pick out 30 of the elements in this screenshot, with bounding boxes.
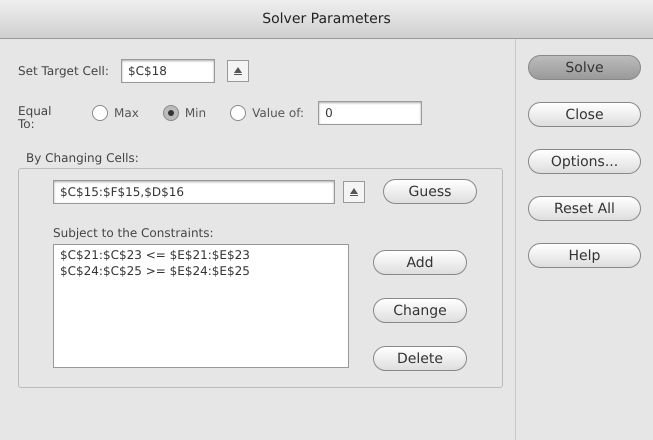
collapse-button[interactable] <box>226 60 249 82</box>
guess-button[interactable]: Guess <box>383 179 477 204</box>
input-field[interactable]: 0 <box>318 101 422 125</box>
radio-label: Min <box>184 106 206 120</box>
dialog-button[interactable]: Help <box>528 243 641 268</box>
constraint-button[interactable]: Change <box>373 298 467 323</box>
radio-button[interactable] <box>92 105 108 121</box>
list-label: Subject to the Constraints: <box>53 226 215 240</box>
dialog-button[interactable]: Options... <box>528 149 641 174</box>
list-item[interactable]: $C$24:$C$25 >= $E$24:$E$25 <box>60 264 342 278</box>
dialog-button[interactable]: Reset All <box>528 196 641 221</box>
radio-label: Max <box>114 106 139 120</box>
radio-label: Value of: <box>252 106 304 120</box>
radio-button[interactable] <box>162 105 179 121</box>
dialog-button[interactable]: Solve <box>528 55 641 80</box>
constraint-button[interactable]: Add <box>373 250 467 275</box>
constraints-list[interactable]: $C$21:$C$23 <= $E$21:$E$23 $C$24:$C$25 >= $E$24:$E$25 <box>53 244 349 368</box>
dialog-button[interactable]: Close <box>528 102 641 127</box>
collapse-button[interactable] <box>343 180 365 202</box>
window-title: Solver Parameters <box>0 0 653 39</box>
triangle-icon <box>234 67 242 75</box>
input-field[interactable]: $C$18 <box>120 59 215 83</box>
field-label: Equal To: <box>18 105 52 131</box>
field-label: Set Target Cell: <box>18 64 109 78</box>
input-field[interactable]: $C$15:$F$15,$D$16 <box>53 180 335 204</box>
constraint-button[interactable]: Delete <box>373 346 467 371</box>
group-label: By Changing Cells: <box>26 151 140 165</box>
radio-button[interactable] <box>230 105 246 121</box>
triangle-icon <box>350 188 358 196</box>
list-item[interactable]: $C$21:$C$23 <= $E$21:$E$23 <box>60 248 342 262</box>
